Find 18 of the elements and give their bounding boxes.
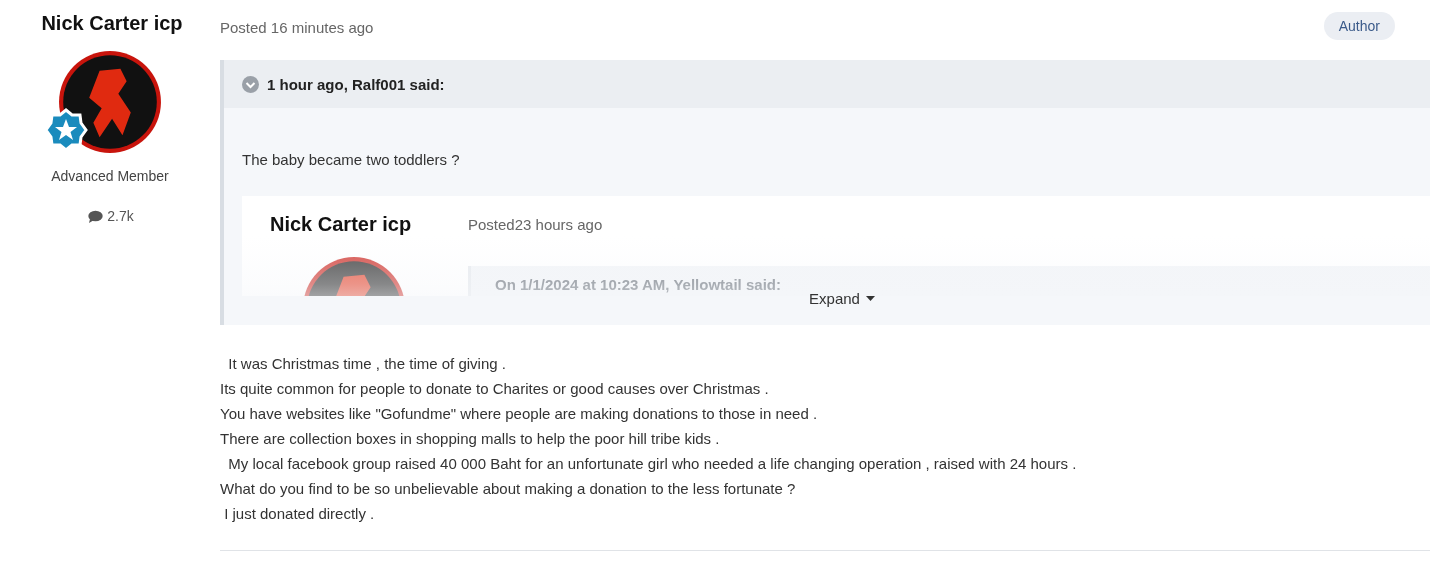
author-badge: Author [1323,12,1395,40]
post-date: Posted23 hours ago [468,216,603,233]
post-text-line: What do you find to be so unbelievable about making a donation to the less fortunate ? [220,479,796,499]
member-rank: Advanced Member [51,168,169,184]
post-text-line: I just donated directly . [223,504,375,524]
post-count: 2.7k [107,208,134,224]
chevron-down-circle-icon[interactable] [242,75,259,93]
author-name[interactable]: Nick Carter icp [41,12,183,35]
author-name[interactable]: Nick Carter icp [270,213,468,236]
comment-icon [88,209,104,223]
post-text-line: It was Christmas time , the time of giving . [227,354,506,374]
quote-text: The baby became two toddlers ? [241,150,461,168]
post-text-line: My local facebook group raised 40 000 Baht for an unfortunate girl who needed a life changing operation , raised with 24 hours . [227,454,1077,474]
post-text-line: There are collection boxes in shopping malls to help the poor hill tribe kids . [220,429,720,449]
post-date: Posted 16 minutes ago [220,17,375,36]
post-text-line: You have websites like "Gofundme" where people are making donations to those in need . [220,404,818,424]
quote-citation: 1 hour ago, Ralf001 said: [267,75,445,93]
post-text-line: Its quite common for people to donate to Charites or good causes over Christmas . [220,379,769,399]
